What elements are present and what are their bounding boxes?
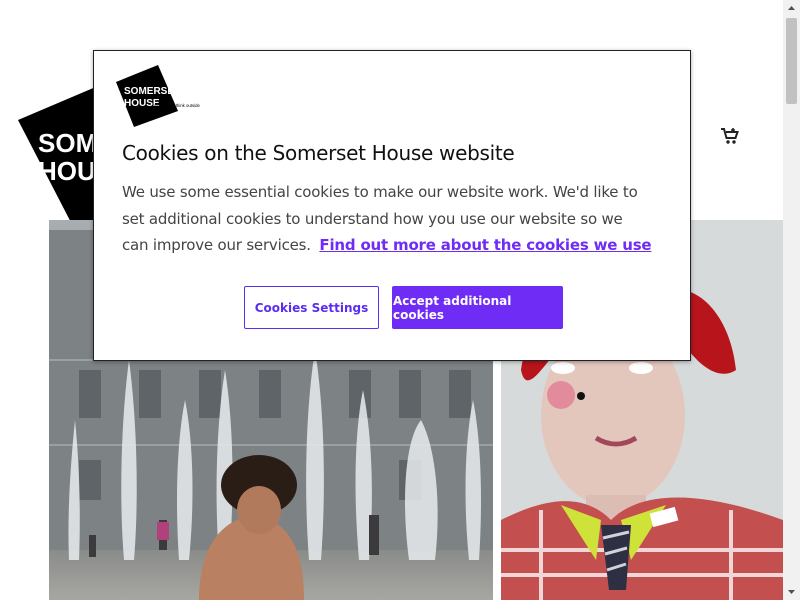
cookies-settings-button[interactable]: Cookies Settings: [244, 286, 379, 329]
cart-icon[interactable]: [720, 127, 740, 145]
cookie-consent-dialog: SOMERSET HOUSE step inside think outside…: [93, 50, 691, 361]
accept-cookies-button[interactable]: Accept additional cookies: [392, 286, 563, 329]
dialog-logo-text-line1: SOMERSET: [124, 86, 180, 97]
dialog-logo: SOMERSET HOUSE step inside think outside: [116, 65, 212, 129]
scroll-up-arrow-icon[interactable]: [783, 0, 800, 17]
page-scrollbar[interactable]: [783, 0, 800, 600]
dialog-logo-tagline: step inside think outside: [154, 103, 200, 108]
cookie-info-link[interactable]: Find out more about the cookies we use: [319, 236, 651, 254]
scroll-down-arrow-icon[interactable]: [783, 583, 800, 600]
dialog-title: Cookies on the Somerset House website: [122, 141, 515, 165]
dialog-body: We use some essential cookies to make ou…: [122, 179, 652, 259]
scroll-thumb[interactable]: [786, 18, 797, 104]
